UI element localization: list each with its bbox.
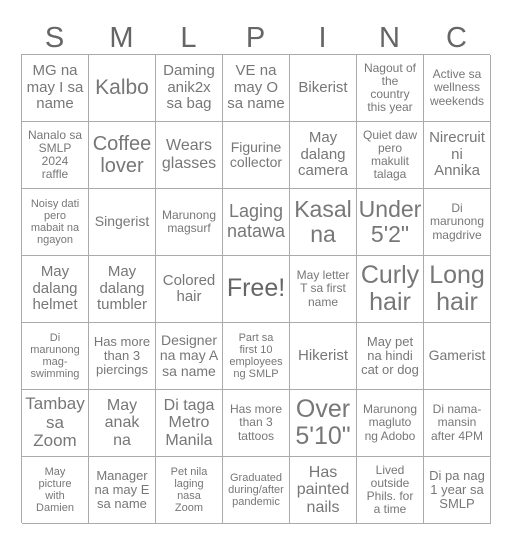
- bingo-cell[interactable]: Marunong magsurf: [156, 189, 223, 256]
- bingo-cell[interactable]: Designer na may A sa name: [156, 323, 223, 390]
- bingo-cell[interactable]: May dalang helmet: [22, 256, 89, 323]
- bingo-cell[interactable]: Nagout of the country this year: [357, 55, 424, 122]
- column-letter: M: [109, 22, 134, 54]
- bingo-cell[interactable]: Manager na may E sa name: [89, 457, 156, 524]
- bingo-grid: MG na may I sa name Kalbo Daming anik2x sa…: [21, 54, 491, 524]
- bingo-cell[interactable]: Noisy dati pero mabait na ngayon: [22, 189, 89, 256]
- bingo-cell[interactable]: Kasal na: [290, 189, 357, 256]
- bingo-cell[interactable]: Singerist: [89, 189, 156, 256]
- column-letter: C: [446, 22, 467, 54]
- bingo-cell[interactable]: Part sa first 10 employees ng SMLP: [223, 323, 290, 390]
- column-letter: N: [379, 22, 400, 54]
- bingo-cell[interactable]: May letter T sa first name: [290, 256, 357, 323]
- bingo-cell[interactable]: Nanalo sa SMLP 2024 raffle: [22, 122, 89, 189]
- bingo-cell[interactable]: Has more than 3 tattoos: [223, 390, 290, 457]
- bingo-cell[interactable]: MG na may I sa name: [22, 55, 89, 122]
- bingo-cell[interactable]: Has more than 3 piercings: [89, 323, 156, 390]
- bingo-cell[interactable]: Pet nila laging nasa Zoom: [156, 457, 223, 524]
- bingo-cell[interactable]: May dalang tumbler: [89, 256, 156, 323]
- bingo-cell[interactable]: Di nama- mansin after 4PM: [424, 390, 491, 457]
- bingo-cell[interactable]: Marunong magluto ng Adobo: [357, 390, 424, 457]
- bingo-cell[interactable]: Kalbo: [89, 55, 156, 122]
- bingo-cell[interactable]: Curly hair: [357, 256, 424, 323]
- bingo-cell[interactable]: May anak na: [89, 390, 156, 457]
- column-letter: P: [245, 22, 266, 54]
- bingo-cell[interactable]: Bikerist: [290, 55, 357, 122]
- free-space-cell[interactable]: Free!: [223, 256, 290, 323]
- bingo-cell[interactable]: Quiet daw pero makulit talaga: [357, 122, 424, 189]
- bingo-cell[interactable]: Di marunong magdrive: [424, 189, 491, 256]
- bingo-cell[interactable]: Nirecruit ni Annika: [424, 122, 491, 189]
- bingo-cell[interactable]: May picture with Damien: [22, 457, 89, 524]
- bingo-cell[interactable]: Di pa nag 1 year sa SMLP: [424, 457, 491, 524]
- bingo-cell[interactable]: Has painted nails: [290, 457, 357, 524]
- bingo-cell[interactable]: Graduated during/after pandemic: [223, 457, 290, 524]
- bingo-cell[interactable]: Daming anik2x sa bag: [156, 55, 223, 122]
- bingo-cell[interactable]: Di marunong mag- swimming: [22, 323, 89, 390]
- column-letter: L: [180, 22, 197, 54]
- bingo-cell[interactable]: VE na may O sa name: [223, 55, 290, 122]
- bingo-cell[interactable]: Under 5'2": [357, 189, 424, 256]
- bingo-cell[interactable]: Coffee lover: [89, 122, 156, 189]
- column-letter: S: [44, 22, 65, 54]
- bingo-cell[interactable]: Long hair: [424, 256, 491, 323]
- bingo-cell[interactable]: Gamerist: [424, 323, 491, 390]
- bingo-cell[interactable]: Hikerist: [290, 323, 357, 390]
- bingo-cell[interactable]: May dalang camera: [290, 122, 357, 189]
- bingo-cell[interactable]: Tambay sa Zoom: [22, 390, 89, 457]
- column-letter: I: [318, 22, 327, 54]
- bingo-cell[interactable]: Over 5'10": [290, 390, 357, 457]
- bingo-cell[interactable]: Wears glasses: [156, 122, 223, 189]
- bingo-cell[interactable]: Colored hair: [156, 256, 223, 323]
- bingo-cell[interactable]: Figurine collector: [223, 122, 290, 189]
- bingo-cell[interactable]: Active sa wellness weekends: [424, 55, 491, 122]
- bingo-cell[interactable]: May pet na hindi cat or dog: [357, 323, 424, 390]
- bingo-cell[interactable]: Laging natawa: [223, 189, 290, 256]
- bingo-header: SMLPINC: [21, 22, 490, 54]
- bingo-cell[interactable]: Lived outside Phils. for a time: [357, 457, 424, 524]
- bingo-cell[interactable]: Di taga Metro Manila: [156, 390, 223, 457]
